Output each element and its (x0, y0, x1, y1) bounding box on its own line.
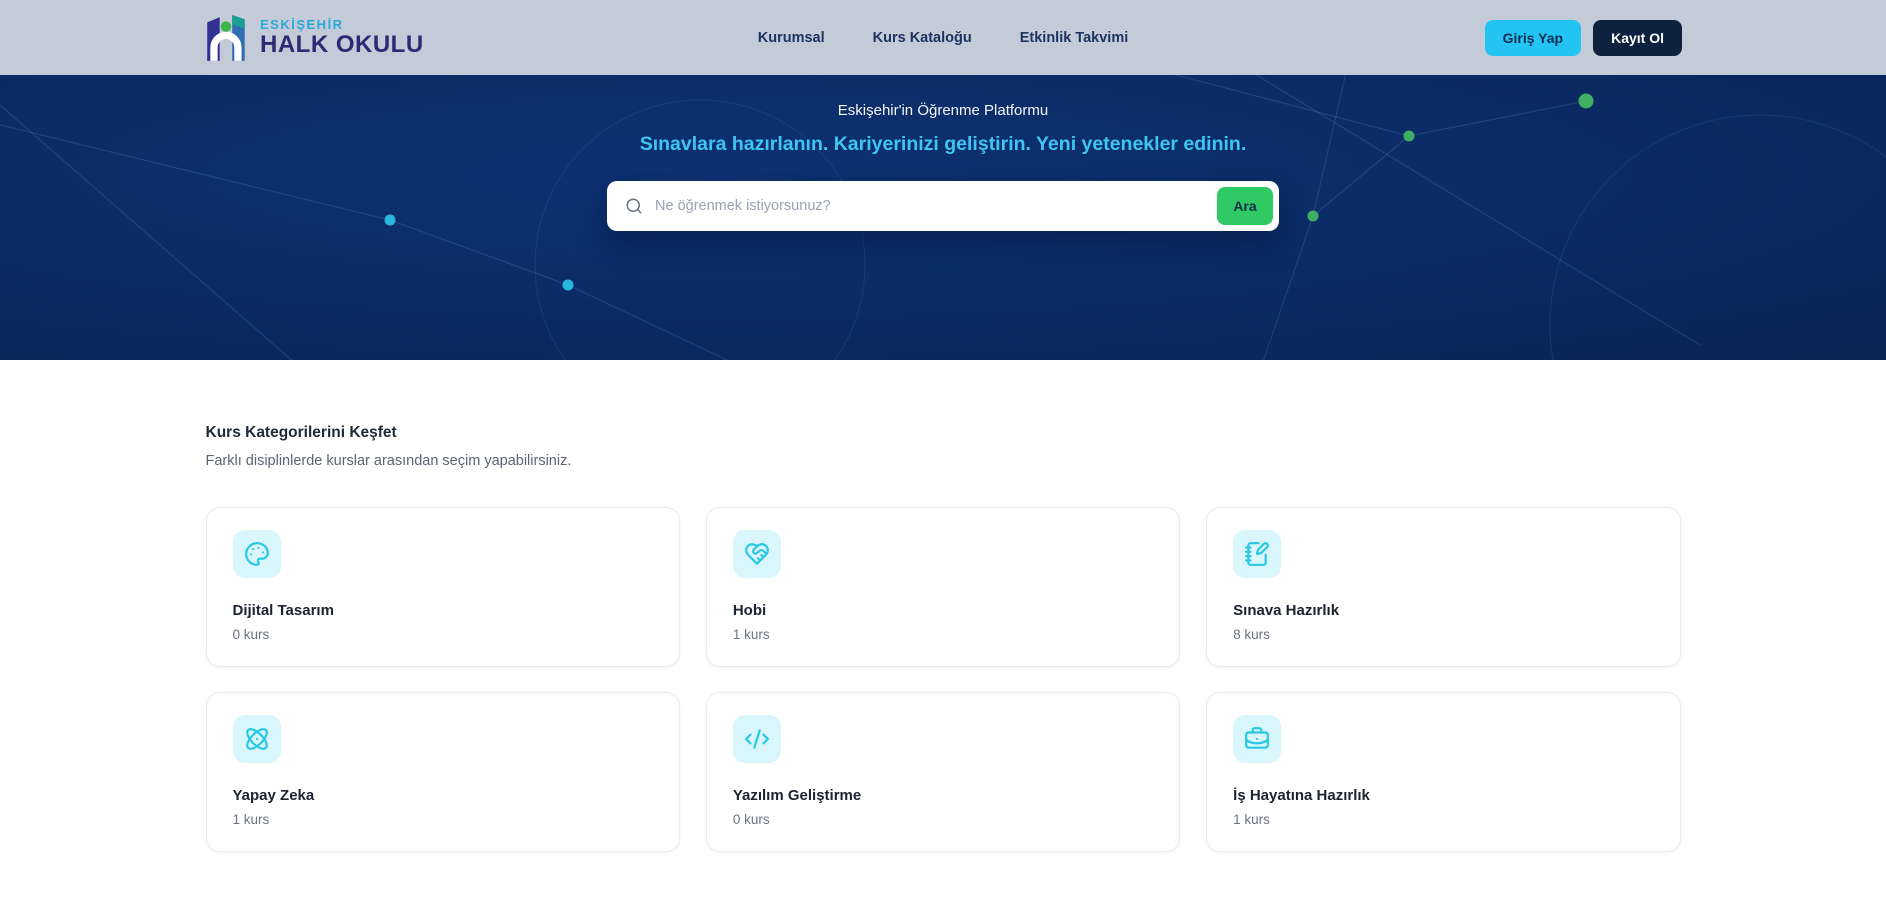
category-icon-box (1233, 530, 1281, 578)
atom-icon (244, 726, 270, 752)
palette-icon (244, 541, 270, 567)
top-navbar: ESKİŞEHİR HALK OKULU Kurumsal Kurs Katal… (0, 0, 1886, 75)
search-input[interactable] (643, 181, 1217, 231)
search-icon (625, 197, 643, 215)
main-nav: Kurumsal Kurs Kataloğu Etkinlik Takvimi (758, 0, 1129, 75)
category-card[interactable]: Yazılım Geliştirme 0 kurs (706, 692, 1180, 852)
category-icon-box (733, 530, 781, 578)
code-icon (744, 726, 770, 752)
category-count: 1 kurs (233, 812, 653, 827)
hero-headline: Sınavlara hazırlanın. Kariyerinizi geliş… (640, 133, 1247, 156)
notebook-pen-icon (1244, 541, 1270, 567)
category-icon-box (233, 715, 281, 763)
category-icon-box (733, 715, 781, 763)
register-button[interactable]: Kayıt Ol (1593, 20, 1682, 56)
brand-logo-block[interactable]: ESKİŞEHİR HALK OKULU (204, 13, 424, 63)
category-name: Hobi (733, 602, 1153, 619)
category-card-grid: Dijital Tasarım 0 kurs Hobi 1 kurs Sınav… (206, 507, 1681, 852)
nav-item-etkinlik-takvimi[interactable]: Etkinlik Takvimi (1020, 30, 1129, 46)
category-count: 8 kurs (1233, 627, 1653, 642)
brand-name: HALK OKULU (260, 32, 424, 57)
hero-section: Eskişehir'in Öğrenme Platformu Sınavlara… (0, 75, 1886, 360)
category-count: 1 kurs (733, 627, 1153, 642)
course-searchbar: Ara (607, 181, 1279, 231)
category-card[interactable]: Sınava Hazırlık 8 kurs (1206, 507, 1680, 667)
categories-section: Kurs Kategorilerini Keşfet Farklı disipl… (206, 360, 1681, 852)
briefcase-icon (1244, 726, 1270, 752)
category-name: Yapay Zeka (233, 787, 653, 804)
category-count: 0 kurs (233, 627, 653, 642)
heart-handshake-icon (744, 541, 770, 567)
category-name: Yazılım Geliştirme (733, 787, 1153, 804)
search-submit-button[interactable]: Ara (1217, 187, 1273, 225)
category-card[interactable]: İş Hayatına Hazırlık 1 kurs (1206, 692, 1680, 852)
category-card[interactable]: Dijital Tasarım 0 kurs (206, 507, 680, 667)
brand-text: ESKİŞEHİR HALK OKULU (260, 18, 424, 57)
section-title: Kurs Kategorilerini Keşfet (206, 424, 1681, 442)
category-card[interactable]: Yapay Zeka 1 kurs (206, 692, 680, 852)
nav-item-kurumsal[interactable]: Kurumsal (758, 30, 825, 46)
halk-okulu-logo-icon (204, 13, 250, 63)
category-name: Dijital Tasarım (233, 602, 653, 619)
nav-item-kurs-katalogu[interactable]: Kurs Kataloğu (873, 30, 972, 46)
category-icon-box (1233, 715, 1281, 763)
category-name: Sınava Hazırlık (1233, 602, 1653, 619)
brand-city: ESKİŞEHİR (260, 18, 424, 32)
hero-eyebrow: Eskişehir'in Öğrenme Platformu (838, 102, 1048, 119)
section-subtitle: Farklı disiplinlerde kurslar arasından s… (206, 453, 1681, 469)
category-count: 1 kurs (1233, 812, 1653, 827)
auth-buttons: Giriş Yap Kayıt Ol (1485, 20, 1682, 56)
category-count: 0 kurs (733, 812, 1153, 827)
category-name: İş Hayatına Hazırlık (1233, 787, 1653, 804)
category-card[interactable]: Hobi 1 kurs (706, 507, 1180, 667)
category-icon-box (233, 530, 281, 578)
login-button[interactable]: Giriş Yap (1485, 20, 1581, 56)
